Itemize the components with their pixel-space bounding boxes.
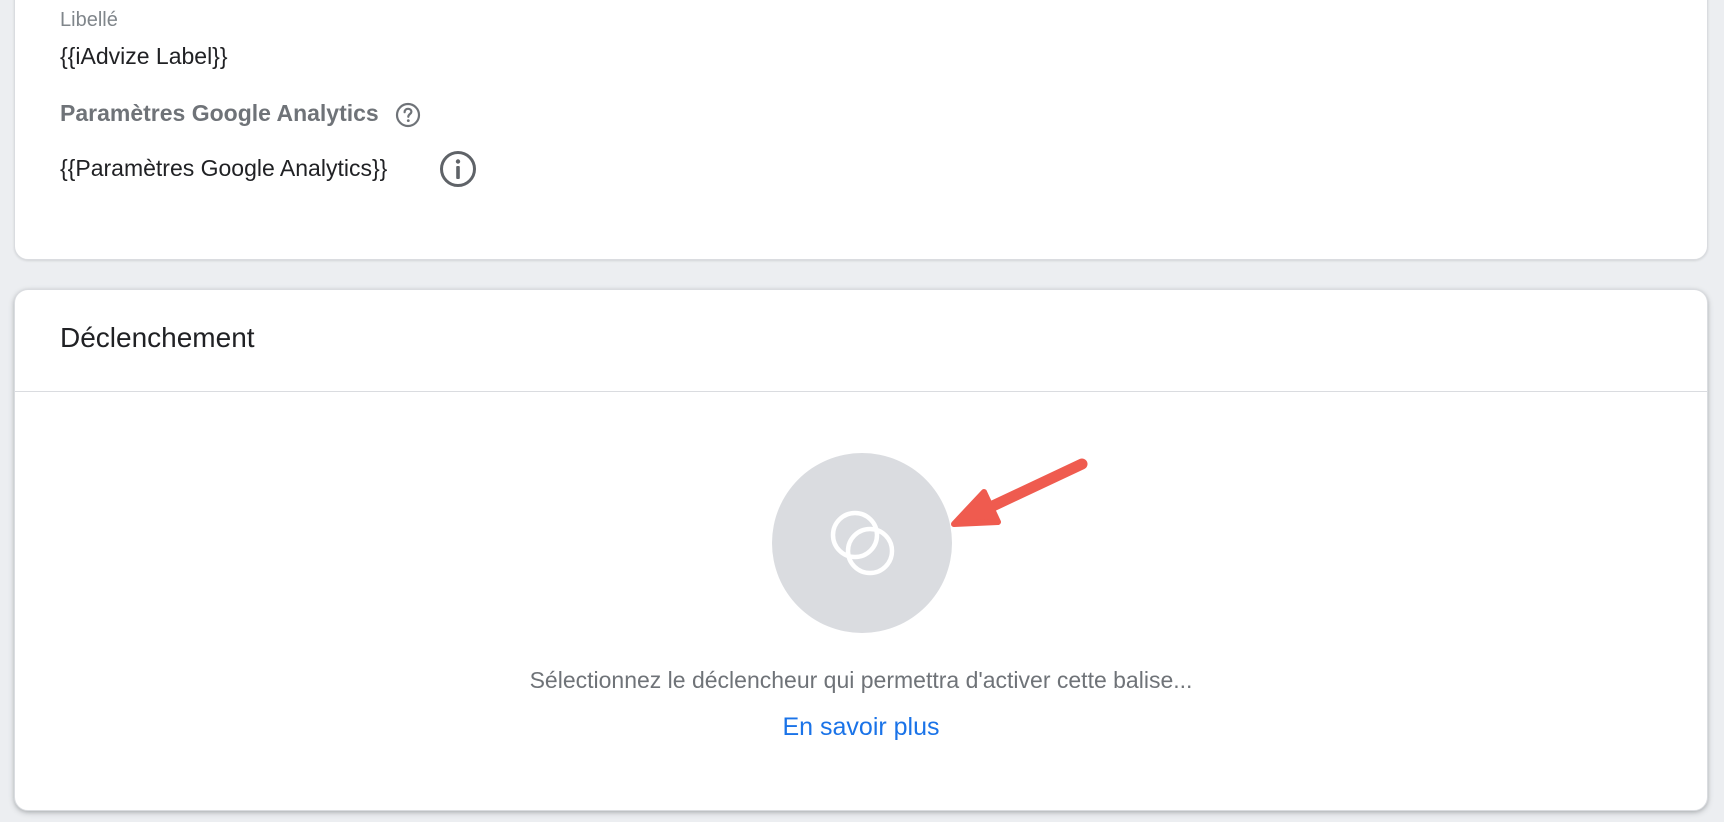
triggering-header: Déclenchement — [15, 290, 1707, 392]
label-field-value[interactable]: {{iAdvize Label}} — [60, 43, 228, 70]
tag-editor-page: Libellé {{iAdvize Label}} Paramètres Goo… — [0, 0, 1724, 822]
help-circle-icon[interactable] — [395, 102, 421, 128]
learn-more-link[interactable]: En savoir plus — [15, 713, 1707, 742]
trigger-empty-message: Sélectionnez le déclencheur qui permettr… — [529, 667, 1193, 693]
trigger-icon — [830, 510, 895, 576]
arrow-annotation — [951, 458, 1088, 527]
triggering-title: Déclenchement — [60, 322, 255, 353]
tag-configuration-card: Libellé {{iAdvize Label}} Paramètres Goo… — [14, 0, 1708, 260]
ga-settings-title: Paramètres Google Analytics — [60, 99, 421, 128]
info-circle-icon[interactable] — [439, 150, 477, 188]
ga-settings-title-text: Paramètres Google Analytics — [60, 100, 379, 126]
triggering-card: Déclenchement Sélectionnez le déclencheu… — [14, 289, 1708, 811]
ga-settings-value[interactable]: {{Paramètres Google Analytics}} — [60, 155, 387, 182]
trigger-selector[interactable] — [772, 453, 952, 633]
label-field-title: Libellé — [60, 9, 118, 31]
